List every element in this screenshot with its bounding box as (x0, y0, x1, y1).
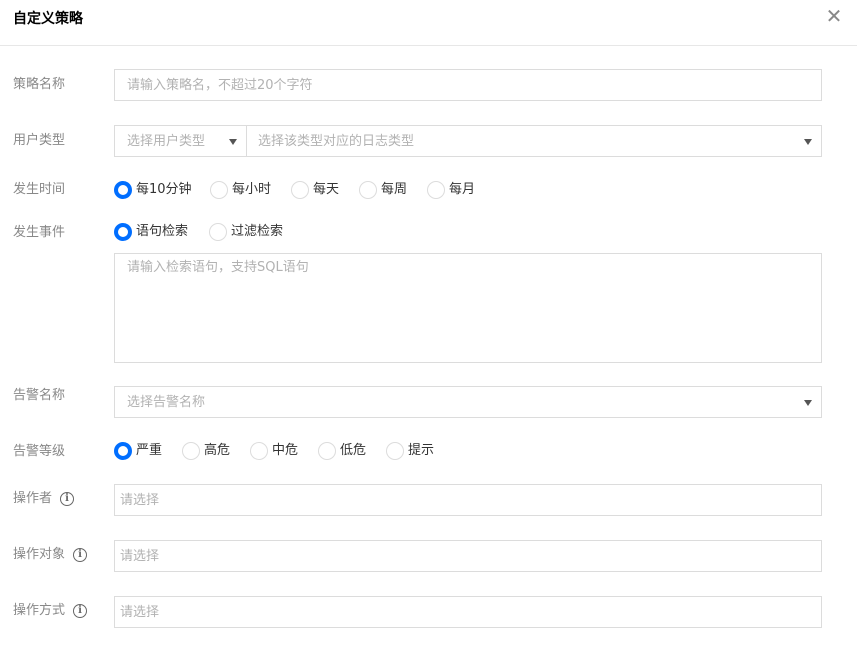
radio-selected-dot (114, 223, 132, 241)
op-method-placeholder: 请选择 (120, 605, 160, 620)
info-icon[interactable]: i (73, 548, 87, 562)
close-icon[interactable]: ✕ (824, 6, 844, 26)
op-method-label: 操作方式 (13, 603, 66, 618)
radio-dot (250, 442, 268, 460)
radio-selected-dot (114, 181, 132, 199)
radio-label: 语句检索 (136, 224, 189, 239)
radio-label: 过滤检索 (231, 224, 284, 239)
radio-label: 每小时 (232, 182, 272, 197)
radio-label: 中危 (272, 443, 299, 458)
alert-level-label: 告警等级 (13, 444, 66, 459)
policy-name-input[interactable]: 请输入策略名，不超过20个字符 (114, 69, 822, 101)
op-object-input[interactable]: 请选择 (114, 540, 822, 572)
radio-dot (291, 181, 309, 199)
user-type-select[interactable]: 选择用户类型 (114, 125, 247, 157)
alert-name-placeholder: 选择告警名称 (127, 395, 206, 410)
log-type-select[interactable]: 选择该类型对应的日志类型 (246, 125, 822, 157)
radio-dot (386, 442, 404, 460)
user-type-label: 用户类型 (13, 133, 66, 148)
search-statement-textarea[interactable]: 请输入检索语句，支持SQL语句 (114, 253, 822, 363)
op-object-label: 操作对象 (13, 547, 66, 562)
dialog-header: 自定义策略 ✕ (0, 0, 857, 46)
radio-label: 每10分钟 (136, 182, 192, 197)
info-icon[interactable]: i (73, 604, 87, 618)
log-type-placeholder: 选择该类型对应的日志类型 (258, 134, 415, 149)
alert-name-label: 告警名称 (13, 388, 66, 403)
radio-label: 每天 (313, 182, 340, 197)
policy-name-label: 策略名称 (13, 77, 66, 92)
caret-down-icon (804, 139, 812, 145)
radio-dot (359, 181, 377, 199)
radio-dot (182, 442, 200, 460)
occur-time-label: 发生时间 (13, 182, 66, 197)
textarea-placeholder: 请输入检索语句，支持SQL语句 (127, 260, 309, 275)
radio-dot (209, 223, 227, 241)
operator-label: 操作者 (13, 491, 53, 506)
radio-selected-dot (114, 442, 132, 460)
radio-label: 高危 (204, 443, 231, 458)
radio-dot (210, 181, 228, 199)
radio-label: 提示 (408, 443, 435, 458)
info-icon[interactable]: i (60, 492, 74, 506)
op-object-placeholder: 请选择 (120, 549, 160, 564)
radio-label: 低危 (340, 443, 367, 458)
radio-label: 严重 (136, 443, 163, 458)
op-method-input[interactable]: 请选择 (114, 596, 822, 628)
radio-label: 每月 (449, 182, 476, 197)
dialog-title: 自定义策略 (13, 11, 83, 27)
alert-name-select[interactable]: 选择告警名称 (114, 386, 822, 418)
radio-dot (318, 442, 336, 460)
occur-event-label: 发生事件 (13, 225, 66, 240)
operator-input[interactable]: 请选择 (114, 484, 822, 516)
policy-name-placeholder: 请输入策略名，不超过20个字符 (127, 78, 313, 93)
caret-down-icon (229, 139, 237, 145)
caret-down-icon (804, 400, 812, 406)
radio-dot (427, 181, 445, 199)
radio-label: 每周 (381, 182, 408, 197)
user-type-placeholder: 选择用户类型 (127, 134, 206, 149)
operator-placeholder: 请选择 (120, 493, 160, 508)
